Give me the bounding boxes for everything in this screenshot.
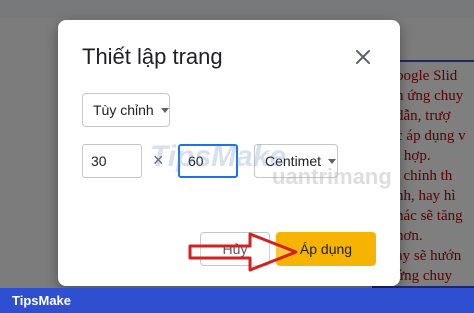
- brand-footer: TipsMake: [0, 288, 474, 313]
- apply-button[interactable]: Áp dụng: [276, 232, 376, 266]
- chevron-down-icon: [160, 107, 169, 113]
- width-input[interactable]: 30: [82, 144, 142, 178]
- size-preset-select[interactable]: Tùy chỉnh: [82, 93, 170, 127]
- cancel-button[interactable]: Hủy: [200, 232, 270, 266]
- watermark-text: uantrimang: [272, 164, 392, 189]
- footer-brand-logo: TipsMake: [12, 293, 72, 308]
- chevron-down-icon: [328, 158, 337, 164]
- dialog-title: Thiết lập trang: [82, 44, 223, 69]
- close-button[interactable]: [348, 42, 378, 72]
- size-preset-value: Tùy chỉnh: [93, 102, 154, 118]
- close-icon: [356, 50, 370, 64]
- watermark-text: TipsMake: [150, 140, 287, 173]
